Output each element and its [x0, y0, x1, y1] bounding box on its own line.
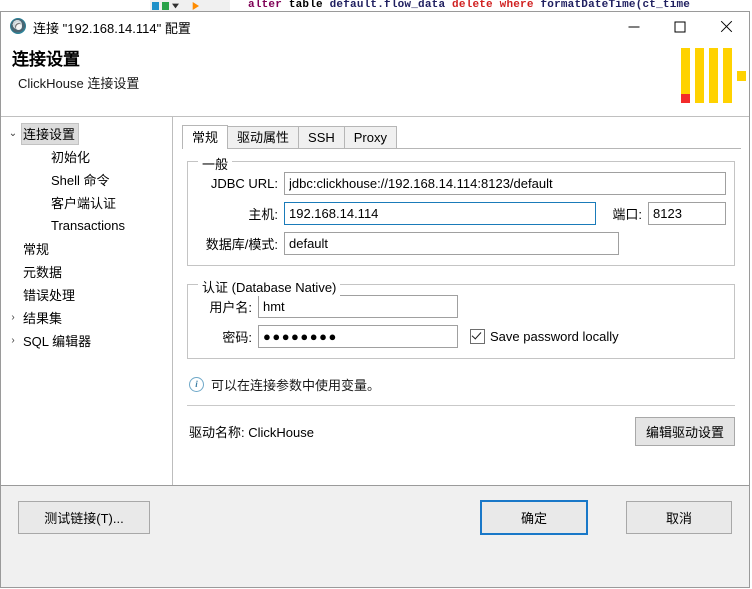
sidebar-item[interactable]: 客户端认证	[1, 191, 172, 214]
sidebar-item-label: Shell 命令	[51, 172, 110, 188]
general-group-title: 一般	[198, 154, 233, 173]
sidebar-item-label: 客户端认证	[51, 195, 117, 211]
tab-2[interactable]: 驱动属性	[227, 126, 300, 148]
authentication-group: 认证 (Database Native) 用户名: 密码: Save passw…	[187, 277, 735, 359]
username-label: 用户名:	[209, 300, 252, 315]
clickhouse-logo-icon	[673, 48, 746, 103]
driver-name-value: ClickHouse	[248, 425, 314, 440]
close-button[interactable]	[703, 12, 749, 42]
minimize-button[interactable]	[611, 12, 657, 42]
cancel-button[interactable]: 取消	[626, 501, 732, 534]
sidebar-item-label: 结果集	[23, 310, 63, 326]
password-label: 密码:	[222, 330, 252, 345]
settings-category-tree[interactable]: ⌄ 连接设置初始化 Shell 命令 客户端认证 Transactions 常规元数据错误…	[1, 117, 173, 485]
sidebar-item-label: 初始化	[51, 149, 91, 165]
password-input[interactable]	[258, 325, 458, 348]
dialog-body: ⌄ 连接设置 初始化 Shell 命令 客户端认证 Transactions 常规 元数据 错误…	[1, 117, 749, 485]
edit-driver-settings-button[interactable]: 编辑驱动设置	[634, 417, 735, 446]
test-connection-button[interactable]: 测试链接(T)...	[18, 501, 150, 534]
toolbar-check-icon	[162, 2, 169, 10]
sidebar-item[interactable]: 常规	[1, 237, 172, 260]
sidebar-item-label: 常规	[23, 241, 50, 257]
dialog-footer: 测试链接(T)... 确定 取消	[1, 485, 749, 587]
chevron-right-icon[interactable]: ›	[5, 335, 21, 346]
content-divider	[187, 405, 735, 406]
dialog-banner: 连接设置 ClickHouse 连接设置	[1, 42, 749, 117]
tab-4[interactable]: Proxy	[343, 126, 397, 148]
toolbar-commit-icon	[152, 2, 159, 10]
dialog-title-bar: 连接 "192.168.14.114" 配置	[1, 12, 749, 42]
username-input[interactable]	[258, 295, 458, 318]
sidebar-item[interactable]: › 结果集	[1, 306, 172, 329]
host-port-row: 主机: 端口:	[196, 202, 726, 225]
sidebar-item[interactable]: ⌄ 连接设置	[1, 122, 172, 145]
sidebar-item[interactable]: 初始化	[1, 145, 172, 168]
chevron-down-icon[interactable]: ⌄	[5, 128, 21, 139]
sidebar-item-label: 错误处理	[23, 287, 76, 303]
settings-tabstrip[interactable]: 常规 驱动属性 SSH Proxy	[182, 125, 741, 149]
sidebar-item[interactable]: 错误处理	[1, 283, 172, 306]
minimize-icon	[628, 26, 640, 28]
sidebar-item[interactable]: Transactions	[1, 214, 172, 237]
username-row: 用户名:	[196, 295, 726, 318]
maximize-icon	[674, 21, 686, 33]
driver-name-text: 驱动名称: ClickHouse	[189, 422, 635, 441]
driver-name-label: 驱动名称:	[189, 425, 245, 440]
sidebar-item-label: 元数据	[23, 264, 63, 280]
banner-subtitle: ClickHouse 连接设置	[18, 76, 140, 91]
jdbc-url-label: JDBC URL:	[210, 176, 278, 191]
port-input[interactable]	[648, 202, 726, 225]
authentication-group-title: 认证 (Database Native)	[198, 277, 341, 296]
general-group: 一般 JDBC URL: 主机: 端口: 数据库/模式:	[187, 154, 735, 266]
sidebar-item[interactable]: › SQL 编辑器	[1, 329, 172, 352]
sidebar-item[interactable]: Shell 命令	[1, 168, 172, 191]
sidebar-item[interactable]: 元数据	[1, 260, 172, 283]
save-password-checkbox[interactable]: Save password locally	[470, 329, 619, 344]
tab-1[interactable]: 常规	[182, 125, 229, 149]
toolbar-chevron-down-icon	[172, 3, 179, 9]
background-sql-text: alter table default.flow_data delete whe…	[248, 0, 691, 11]
database-input[interactable]	[284, 232, 619, 255]
sidebar-item-label: Transactions	[51, 217, 125, 233]
banner-title: 连接设置	[12, 50, 80, 69]
port-label: 端口:	[612, 207, 642, 222]
info-icon: i	[189, 377, 204, 392]
connection-settings-dialog: 连接 "192.168.14.114" 配置 连接设置 ClickHouse 连…	[0, 11, 750, 588]
sidebar-item-label: 连接设置	[21, 122, 80, 145]
variables-note-text: 可以在连接参数中使用变量。	[211, 378, 381, 393]
jdbc-url-input[interactable]	[284, 172, 726, 195]
ok-button[interactable]: 确定	[480, 500, 588, 535]
tab-3[interactable]: SSH	[298, 126, 345, 148]
dialog-title: 连接 "192.168.14.114" 配置	[33, 21, 191, 36]
database-label: 数据库/模式:	[205, 237, 278, 252]
maximize-button[interactable]	[657, 12, 703, 42]
close-icon	[719, 20, 733, 34]
host-input[interactable]	[284, 202, 596, 225]
toolbar-run-icon	[192, 2, 199, 10]
sidebar-item-label: SQL 编辑器	[23, 333, 92, 349]
variables-note: i 可以在连接参数中使用变量。	[189, 375, 735, 394]
chevron-right-icon[interactable]: ›	[5, 312, 21, 323]
host-label: 主机:	[248, 207, 278, 222]
checkbox-icon	[470, 329, 485, 344]
save-password-label: Save password locally	[490, 329, 619, 344]
password-row: 密码: Save password locally	[196, 325, 726, 348]
driver-row: 驱动名称: ClickHouse 编辑驱动设置	[189, 417, 735, 446]
settings-content-pane: 常规驱动属性SSHProxy 一般 JDBC URL: 主机: 端口: 数据库/…	[173, 117, 749, 485]
connection-icon	[10, 18, 26, 34]
jdbc-url-row: JDBC URL:	[196, 172, 726, 195]
database-row: 数据库/模式:	[196, 232, 726, 255]
